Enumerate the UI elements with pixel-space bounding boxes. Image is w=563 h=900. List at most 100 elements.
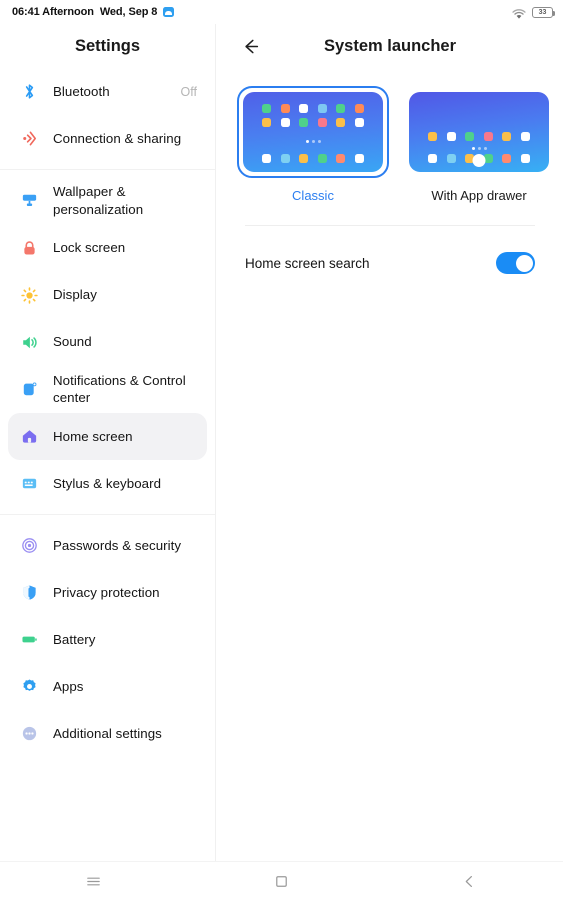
system-navigation-bar [0, 861, 563, 900]
home-screen-search-row[interactable]: Home screen search [217, 226, 563, 274]
preview-app-icon [280, 118, 290, 127]
sidebar-group-1: Bluetooth Off Connection & sharing [0, 68, 215, 162]
status-bar-left: 06:41 Afternoon Wed, Sep 8 [12, 6, 175, 18]
sidebar-item-apps[interactable]: Apps [8, 663, 207, 710]
preview-app-icon [446, 132, 456, 141]
preview-app-icon [262, 154, 272, 163]
preview-app-icon [317, 154, 327, 163]
preview-app-row [243, 118, 383, 127]
recents-menu-icon[interactable] [0, 873, 188, 890]
preview-app-icon [354, 154, 364, 163]
sound-speaker-icon [18, 331, 40, 353]
toggle-knob [515, 254, 533, 272]
preview-app-icon [280, 154, 290, 163]
sidebar-item-label: Sound [53, 334, 92, 350]
preview-app-icon [354, 104, 364, 113]
home-screen-search-label: Home screen search [245, 255, 370, 271]
sidebar-item-home-screen[interactable]: Home screen [8, 413, 207, 461]
app-drawer-button-icon [472, 154, 486, 167]
preview-app-icon [465, 132, 475, 141]
content-header: System launcher [217, 24, 563, 68]
launcher-preview-classic[interactable] [237, 86, 389, 178]
preview-app-icon [317, 118, 327, 127]
sidebar-item-label: Passwords & security [53, 537, 182, 553]
launcher-option-label: With App drawer [431, 188, 527, 203]
preview-app-icon [336, 118, 346, 127]
sidebar-item-privacy-protection[interactable]: Privacy protection [8, 569, 207, 616]
back-chevron-icon[interactable] [375, 873, 563, 890]
home-square-icon[interactable] [188, 873, 376, 890]
sidebar-item-stylus-keyboard[interactable]: Stylus & keyboard [8, 460, 207, 507]
sidebar-item-label: Connection & sharing [53, 130, 182, 146]
notifications-icon [18, 378, 40, 400]
page-indicator-dots [243, 140, 383, 143]
home-screen-search-toggle[interactable] [496, 252, 535, 274]
sidebar-item-label: Privacy protection [53, 584, 160, 600]
preview-app-icon [299, 104, 309, 113]
preview-app-icon [262, 118, 272, 127]
sidebar-item-battery[interactable]: Battery [8, 616, 207, 663]
sidebar-item-label: Battery [53, 631, 96, 647]
content-title: System launcher [323, 36, 457, 55]
preview-app-icon [446, 154, 456, 163]
battery-level: 33 [538, 8, 547, 16]
status-bar: 06:41 Afternoon Wed, Sep 8 33 [0, 0, 563, 24]
preview-dock-row [243, 154, 383, 163]
preview-app-icon [428, 132, 438, 141]
page-indicator-dots [409, 147, 549, 150]
keyboard-icon [18, 473, 40, 495]
page-title: Settings [74, 36, 141, 55]
launcher-options: Classic With App drawer [217, 68, 563, 203]
status-bar-right: 33 [512, 6, 556, 19]
preview-app-icon [483, 132, 493, 141]
sidebar-item-wallpaper[interactable]: Wallpaper & personalization [8, 177, 207, 225]
preview-app-icon [520, 154, 530, 163]
sidebar-group-2: Wallpaper & personalization Lock screen [0, 177, 215, 507]
wifi-icon [512, 7, 526, 19]
sidebar-item-additional-settings[interactable]: Additional settings [8, 710, 207, 757]
sidebar-item-passwords-security[interactable]: Passwords & security [8, 522, 207, 569]
preview-app-icon [280, 104, 290, 113]
status-date: Wed, Sep 8 [99, 6, 158, 18]
sidebar-item-lock-screen[interactable]: Lock screen [8, 225, 207, 272]
sidebar-item-bluetooth[interactable]: Bluetooth Off [8, 68, 207, 115]
preview-app-icon [428, 154, 438, 163]
settings-screen: 06:41 Afternoon Wed, Sep 8 33 Settings B… [0, 0, 563, 900]
preview-app-icon [354, 118, 364, 127]
display-brightness-icon [18, 284, 40, 306]
settings-sidebar: Settings Bluetooth Off Connection & shar… [0, 24, 216, 861]
wallpaper-icon [18, 190, 40, 212]
launcher-preview-art [243, 92, 383, 172]
preview-app-row [243, 104, 383, 113]
preview-app-icon [299, 118, 309, 127]
home-icon [18, 426, 40, 448]
sidebar-item-label: Apps [53, 678, 84, 694]
battery-icon [18, 629, 40, 651]
bluetooth-state-value: Off [180, 84, 197, 99]
connection-sharing-icon [18, 128, 40, 150]
launcher-option-classic[interactable]: Classic [237, 86, 389, 203]
sidebar-item-label: Additional settings [53, 725, 162, 741]
launcher-option-app-drawer[interactable]: With App drawer [403, 86, 555, 203]
sidebar-item-connection-sharing[interactable]: Connection & sharing [8, 115, 207, 162]
gallery-icon [163, 7, 175, 17]
sidebar-item-display[interactable]: Display [8, 272, 207, 319]
sidebar-item-label: Wallpaper & personalization [53, 184, 144, 217]
sidebar-item-label: Home screen [53, 428, 133, 444]
preview-app-icon [502, 154, 512, 163]
back-arrow-icon[interactable] [236, 32, 264, 60]
sidebar-item-sound[interactable]: Sound [8, 319, 207, 366]
sidebar-item-label: Display [53, 287, 97, 303]
lock-icon [18, 237, 40, 259]
bluetooth-icon [18, 81, 40, 103]
preview-app-icon [502, 132, 512, 141]
status-time: 06:41 Afternoon [12, 6, 94, 18]
privacy-shield-icon [18, 582, 40, 604]
sidebar-item-notifications[interactable]: Notifications & Control center [8, 366, 207, 414]
launcher-preview-app-drawer[interactable] [403, 86, 555, 178]
more-dots-icon [18, 723, 40, 745]
content-pane: System launcher Classic With App drawer … [217, 24, 563, 861]
preview-app-icon [336, 104, 346, 113]
preview-app-icon [336, 154, 346, 163]
fingerprint-security-icon [18, 535, 40, 557]
